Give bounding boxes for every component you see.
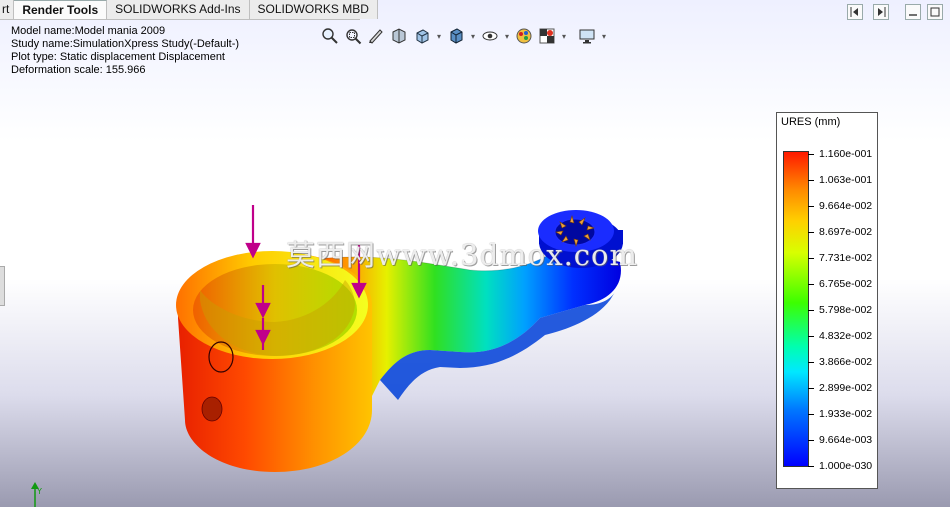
legend-label: 1.933e-002 <box>819 408 873 420</box>
svg-text:Y: Y <box>36 487 42 496</box>
legend-label: 1.000e-030 <box>819 460 873 472</box>
legend-label: 8.697e-002 <box>819 226 873 238</box>
legend-label: 9.664e-003 <box>819 434 873 446</box>
legend-tick <box>808 232 814 233</box>
legend-label: 9.664e-002 <box>819 200 873 212</box>
legend-label: 4.832e-002 <box>819 330 873 342</box>
legend-tick <box>808 284 814 285</box>
legend-tick <box>808 258 814 259</box>
reference-triad-icon: Y <box>31 482 42 507</box>
legend-tick <box>808 206 814 207</box>
ures-legend: URES (mm) 1.160e-001 1.063e-001 9.664e-002… <box>776 112 878 489</box>
legend-label: 7.731e-002 <box>819 252 873 264</box>
legend-label: 1.063e-001 <box>819 174 873 186</box>
legend-tick <box>808 310 814 311</box>
legend-tick <box>808 388 814 389</box>
legend-tick <box>808 180 814 181</box>
side-hole <box>201 396 223 422</box>
legend-label: 6.765e-002 <box>819 278 873 290</box>
legend-label: 1.160e-001 <box>819 148 873 160</box>
legend-title: URES (mm) <box>781 116 841 128</box>
legend-color-bar <box>783 151 809 467</box>
legend-tick <box>808 466 814 467</box>
legend-label: 2.899e-002 <box>819 382 873 394</box>
legend-tick <box>808 414 814 415</box>
legend-tick <box>808 362 814 363</box>
legend-tick <box>808 154 814 155</box>
legend-tick <box>808 440 814 441</box>
legend-label: 3.866e-002 <box>819 356 873 368</box>
legend-label: 5.798e-002 <box>819 304 873 316</box>
legend-tick <box>808 336 814 337</box>
